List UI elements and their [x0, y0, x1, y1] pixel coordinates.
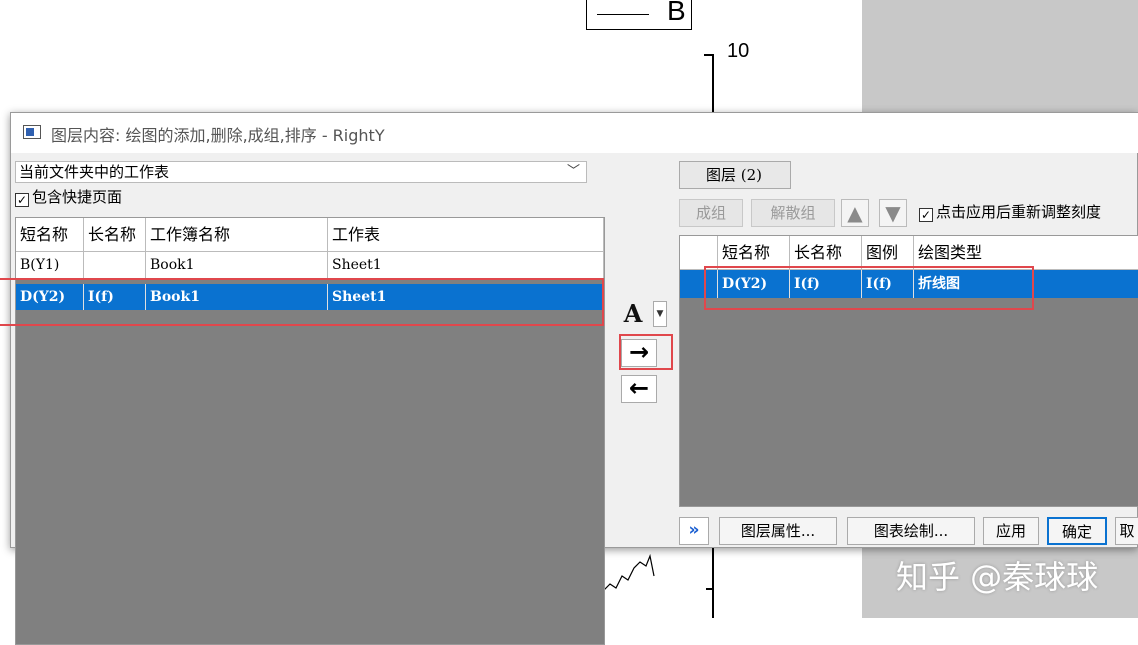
rescale-on-apply-checkbox[interactable]: ✓ 点击应用后重新调整刻度	[919, 201, 1101, 223]
font-dropdown-arrow-icon[interactable]: ▼	[653, 301, 667, 327]
column-header-long-name[interactable]: 长名称	[84, 218, 146, 252]
axis-tick-label: 10	[727, 40, 750, 62]
font-button[interactable]: A	[613, 299, 653, 329]
cancel-button[interactable]: 取	[1115, 517, 1138, 545]
window-icon	[23, 125, 41, 139]
plot-setup-button[interactable]: 图表绘制...	[847, 517, 975, 545]
layer-properties-button[interactable]: 图层属性...	[719, 517, 837, 545]
ok-button[interactable]: 确定	[1047, 517, 1107, 545]
legend-line-sample	[597, 14, 649, 15]
checkbox-checked-icon: ✓	[919, 208, 933, 222]
layer-list-tab[interactable]: 图层 (2)	[679, 161, 791, 189]
column-header-short-name[interactable]: 短名称	[718, 236, 790, 270]
column-header-index	[680, 236, 718, 270]
axis-minor-tick	[706, 588, 714, 590]
column-header-sheet[interactable]: 工作表	[328, 218, 604, 252]
highlight-right-row	[704, 266, 1034, 310]
apply-button[interactable]: 应用	[983, 517, 1039, 545]
cell-short-name: B(Y1)	[16, 252, 84, 278]
cell-book-name: Book1	[146, 252, 328, 278]
dialog-title: 图层内容: 绘图的添加,删除,成组,排序 - RightY	[51, 126, 385, 145]
column-header-legend[interactable]: 图例	[862, 236, 914, 270]
cell-sheet: Sheet1	[328, 252, 604, 278]
checkbox-checked-icon: ✓	[15, 193, 29, 207]
column-header-short-name[interactable]: 短名称	[16, 218, 84, 252]
chevron-down-icon: ﹀	[567, 164, 581, 179]
column-header-long-name[interactable]: 长名称	[790, 236, 862, 270]
layer-contents-dialog: 图层内容: 绘图的添加,删除,成组,排序 - RightY 当前文件夹中的工作表…	[10, 112, 1138, 645]
remove-from-layer-button[interactable]: ←	[621, 375, 657, 403]
plot-legend: B	[586, 0, 692, 30]
legend-label: B	[667, 0, 686, 26]
right-y-axis-lower	[712, 548, 714, 618]
expand-options-button[interactable]: »	[679, 517, 709, 545]
move-down-arrow-icon[interactable]: ▼	[879, 199, 907, 227]
axis-major-tick	[704, 54, 714, 56]
right-y-axis	[712, 54, 714, 114]
include-shortcut-checkbox[interactable]: ✓ 包含快捷页面	[15, 187, 122, 207]
worksheet-source-dropdown[interactable]: 当前文件夹中的工作表 ﹀	[15, 161, 587, 183]
dialog-titlebar[interactable]: 图层内容: 绘图的添加,删除,成组,排序 - RightY	[11, 113, 1138, 153]
rescale-label: 点击应用后重新调整刻度	[936, 203, 1102, 221]
include-shortcut-label: 包含快捷页面	[32, 188, 123, 206]
highlight-left-row	[0, 278, 604, 326]
move-up-arrow-icon[interactable]: ▲	[841, 199, 869, 227]
column-header-book-name[interactable]: 工作簿名称	[146, 218, 328, 252]
watermark-text: 知乎 @秦球球	[896, 558, 1099, 596]
ungroup-button[interactable]: 解散组	[751, 199, 835, 227]
highlight-add-button	[619, 334, 673, 370]
column-header-plot-type[interactable]: 绘图类型	[914, 236, 1138, 270]
group-button[interactable]: 成组	[679, 199, 743, 227]
cell-long-name	[84, 252, 146, 278]
dropdown-value: 当前文件夹中的工作表	[19, 163, 170, 181]
